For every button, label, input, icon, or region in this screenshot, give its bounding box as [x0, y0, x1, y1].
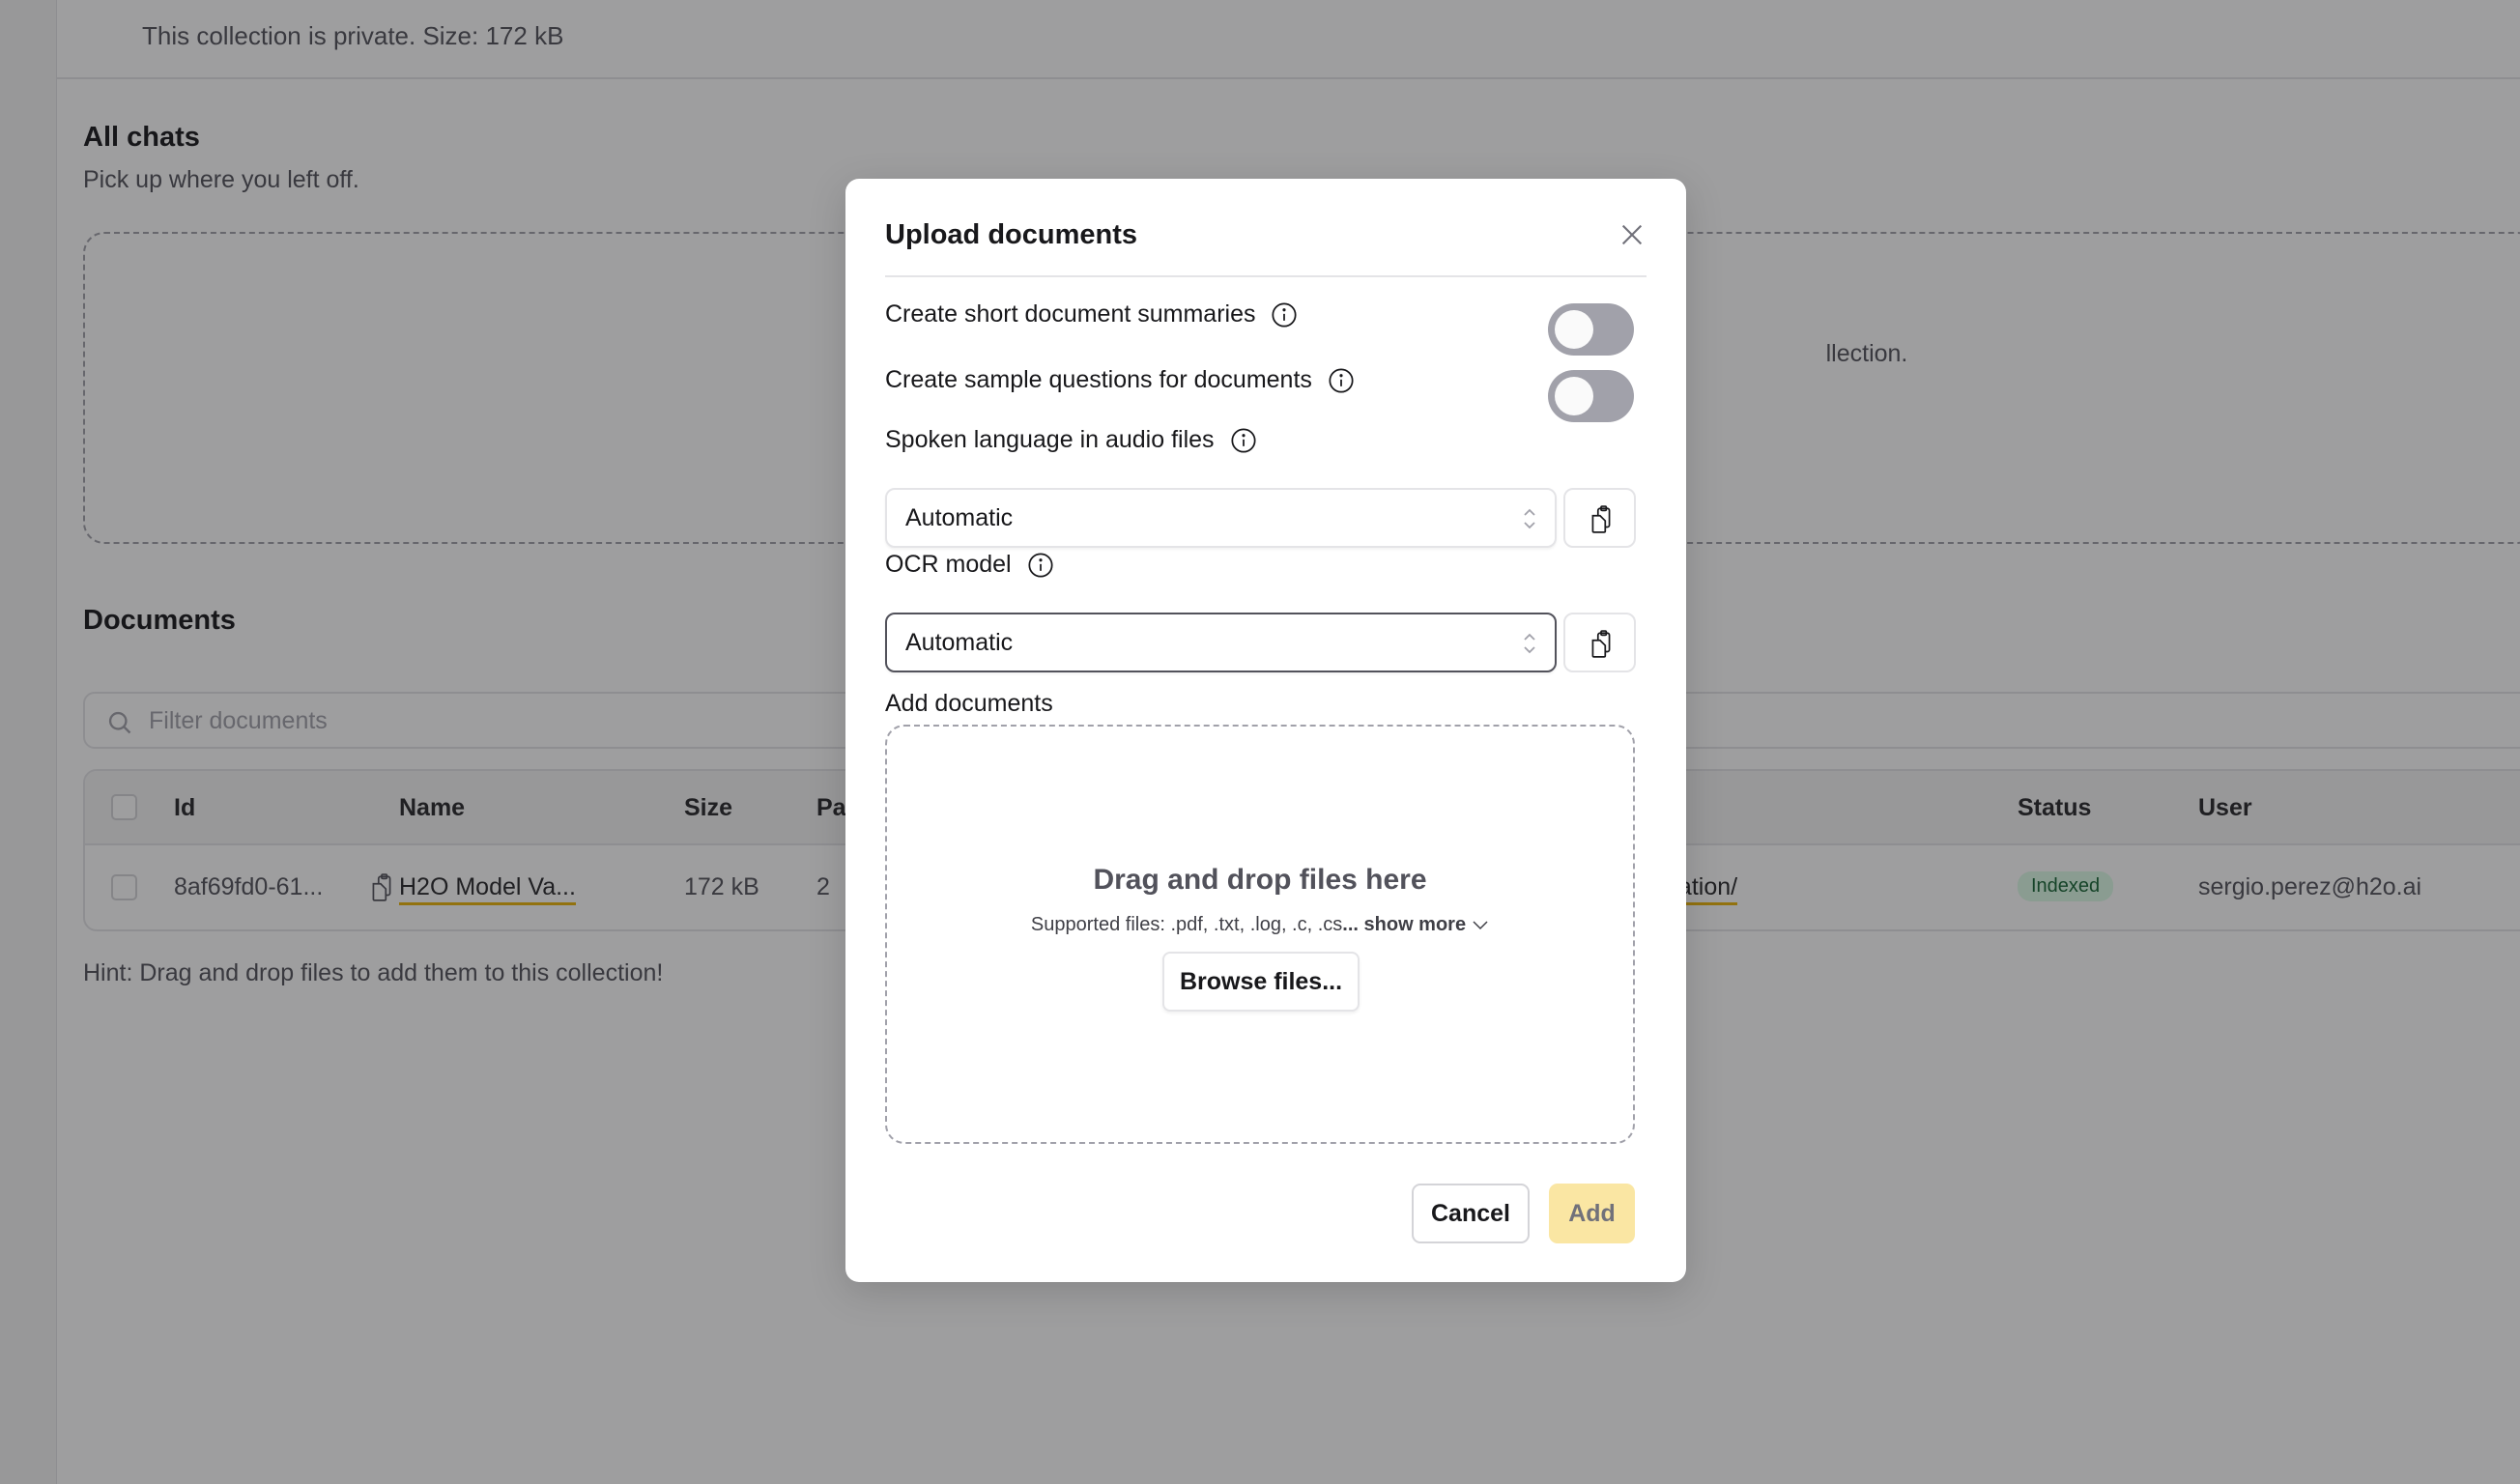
supported-files-ellipsis: ... — [1342, 914, 1359, 935]
ocr-option: OCR model — [885, 551, 1054, 579]
toggle-knob — [1555, 377, 1593, 415]
chevron-down-icon[interactable] — [1472, 920, 1489, 931]
supported-files: Supported files: .pdf, .txt, .log, .c, .… — [887, 914, 1633, 936]
chevron-up-down-icon — [1524, 633, 1535, 654]
show-more-link[interactable]: show more — [1364, 914, 1467, 935]
file-dropzone[interactable]: Drag and drop files here Supported files… — [885, 725, 1635, 1144]
add-button[interactable]: Add — [1549, 1184, 1635, 1243]
browse-files-button[interactable]: Browse files... — [1162, 952, 1360, 1012]
questions-label: Create sample questions for documents — [885, 366, 1312, 393]
copy-icon — [1591, 505, 1611, 533]
close-icon[interactable] — [1618, 221, 1646, 248]
summaries-label: Create short document summaries — [885, 300, 1256, 328]
dropzone-title: Drag and drop files here — [1093, 864, 1427, 896]
dialog-divider — [885, 275, 1647, 277]
questions-option: Create sample questions for documents — [885, 366, 1355, 394]
language-option: Spoken language in audio files — [885, 426, 1257, 454]
info-icon[interactable] — [1230, 427, 1257, 454]
language-label: Spoken language in audio files — [885, 426, 1215, 453]
info-icon[interactable] — [1027, 552, 1054, 579]
upload-documents-dialog: Upload documents Create short document s… — [845, 179, 1686, 1282]
supported-files-text: Supported files: .pdf, .txt, .log, .c, .… — [1030, 914, 1343, 935]
ocr-select-value: Automatic — [905, 629, 1014, 656]
ocr-label: OCR model — [885, 551, 1012, 578]
language-select[interactable]: Automatic — [885, 488, 1557, 548]
questions-toggle[interactable] — [1548, 370, 1634, 422]
cancel-button[interactable]: Cancel — [1412, 1184, 1530, 1243]
summaries-toggle[interactable] — [1548, 303, 1634, 356]
dialog-title: Upload documents — [885, 219, 1138, 250]
chevron-up-down-icon — [1524, 508, 1535, 529]
info-icon[interactable] — [1271, 301, 1298, 328]
copy-language-button[interactable] — [1563, 488, 1636, 548]
ocr-model-select[interactable]: Automatic — [885, 613, 1557, 672]
copy-icon — [1591, 630, 1611, 658]
summaries-option: Create short document summaries — [885, 300, 1298, 328]
info-icon[interactable] — [1328, 367, 1355, 394]
toggle-knob — [1555, 310, 1593, 349]
language-select-value: Automatic — [905, 504, 1014, 531]
copy-ocr-button[interactable] — [1563, 613, 1636, 672]
add-documents-label: Add documents — [885, 690, 1053, 717]
